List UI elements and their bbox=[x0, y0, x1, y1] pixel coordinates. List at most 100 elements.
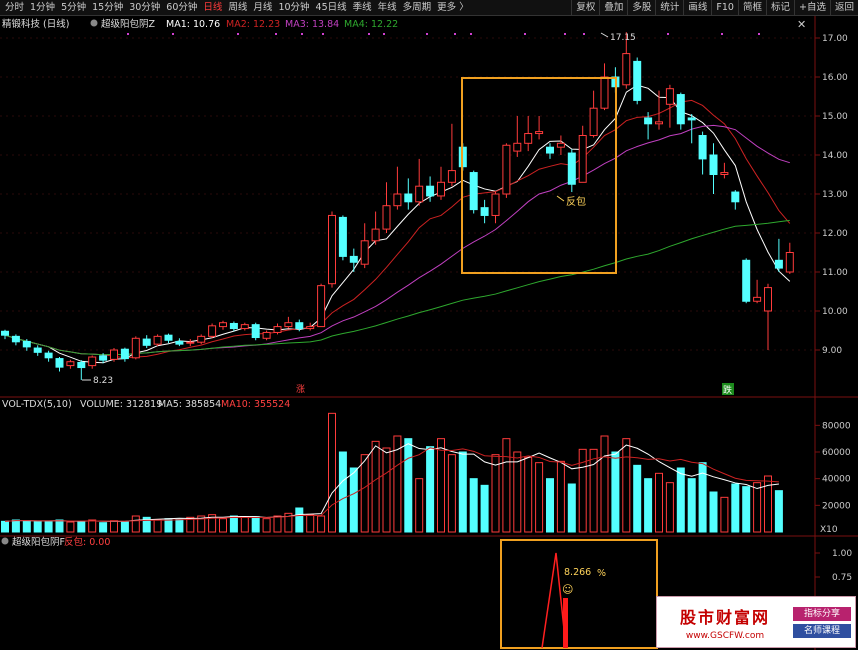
tool-button[interactable]: 统计 bbox=[655, 0, 683, 16]
timeframe-tab[interactable]: 季线 bbox=[350, 0, 375, 16]
volume-bar bbox=[513, 451, 522, 533]
signal-dot bbox=[454, 33, 456, 35]
tool-button[interactable]: F10 bbox=[711, 0, 738, 16]
candle-body bbox=[317, 285, 326, 328]
timeframe-tab[interactable]: 30分钟 bbox=[126, 0, 163, 16]
candle-body bbox=[1, 330, 9, 336]
candle-body bbox=[175, 340, 184, 345]
timeframe-tab[interactable]: 周线 bbox=[225, 0, 250, 16]
volume-bar bbox=[731, 483, 740, 533]
timeframe-tab[interactable]: 多周期 bbox=[400, 0, 435, 16]
tool-button[interactable]: 简框 bbox=[737, 0, 766, 16]
volume-bar bbox=[317, 515, 326, 533]
candle-body bbox=[153, 335, 162, 345]
price-tick: 12.00 bbox=[822, 229, 848, 239]
candle-body bbox=[99, 355, 108, 361]
volume-name: VOL-TDX(5,10) bbox=[2, 399, 72, 410]
volume-bar bbox=[687, 478, 696, 533]
tool-buttons: 复权 叠加 多股 统计 画线 F10 简框 标记 +自选 返回 bbox=[571, 0, 858, 16]
candle-body bbox=[164, 334, 173, 341]
timeframe-tab[interactable]: 15分钟 bbox=[89, 0, 126, 16]
timeframe-tab[interactable]: 更多 〉 bbox=[434, 0, 472, 16]
low-label: 8.23 bbox=[93, 376, 113, 386]
timeframe-tab[interactable]: 10分钟 bbox=[275, 0, 312, 16]
pct-unit: % bbox=[597, 568, 606, 579]
volume-bar bbox=[328, 412, 336, 533]
volume-bar bbox=[644, 478, 653, 533]
volume-bar bbox=[764, 475, 772, 533]
timeframe-tab[interactable]: 45日线 bbox=[313, 0, 350, 16]
volume-bar bbox=[426, 446, 435, 533]
candle-body bbox=[284, 322, 293, 328]
timeframe-tab[interactable]: 5分钟 bbox=[58, 0, 89, 16]
indicator-value: 反包: 0.00 bbox=[64, 536, 110, 548]
volume-bar bbox=[55, 519, 64, 533]
candle-body bbox=[338, 216, 347, 257]
candle-body bbox=[556, 142, 565, 148]
tool-button[interactable]: 画线 bbox=[683, 0, 711, 16]
ma2-value: MA2: 12.23 bbox=[226, 19, 280, 30]
timeframe-tab[interactable]: 年线 bbox=[375, 0, 400, 16]
candle-body bbox=[633, 60, 642, 101]
volume-bar bbox=[502, 438, 511, 533]
candle-body bbox=[644, 117, 653, 125]
candle-body bbox=[567, 152, 576, 185]
candle-body bbox=[22, 340, 31, 348]
volume-tick: 60000 bbox=[822, 448, 851, 458]
signal-dot bbox=[127, 33, 129, 35]
toolbar: 分时 1分钟 5分钟 15分钟 30分钟 60分钟 日线 周线 月线 10分钟 45日线 季线 年线 多周… bbox=[0, 0, 858, 16]
candle-body bbox=[665, 88, 674, 105]
close-icon[interactable]: ✕ bbox=[797, 18, 806, 31]
candle-body bbox=[578, 135, 587, 183]
die-label: 跌 bbox=[723, 385, 732, 396]
tool-button[interactable]: 标记 bbox=[766, 0, 794, 16]
candle-body bbox=[382, 205, 391, 230]
candle-body bbox=[546, 146, 554, 154]
timeframe-tab[interactable]: 月线 bbox=[250, 0, 275, 16]
volume-bar bbox=[447, 454, 456, 533]
signal-dot bbox=[301, 33, 303, 35]
price-tick: 10.00 bbox=[822, 307, 848, 317]
price-indicator-name: 超级阳包阴Z bbox=[101, 18, 156, 30]
candle-body bbox=[33, 347, 42, 353]
volume-bar bbox=[524, 456, 533, 533]
candle-body bbox=[88, 356, 97, 367]
candle-body bbox=[589, 107, 598, 136]
volume-bar bbox=[110, 520, 118, 533]
volume-value: VOLUME: 312819 bbox=[80, 399, 162, 410]
indicator-dot-icon[interactable] bbox=[1, 537, 9, 545]
tool-button[interactable]: 叠加 bbox=[599, 0, 627, 16]
candle-body bbox=[415, 185, 424, 203]
candle-body bbox=[306, 326, 315, 330]
tool-button[interactable]: 多股 bbox=[627, 0, 655, 16]
candle-body bbox=[676, 94, 685, 125]
tool-button[interactable]: 返回 bbox=[829, 0, 858, 16]
candle-body bbox=[44, 352, 53, 359]
volume-tick: 80000 bbox=[822, 421, 851, 431]
candle-body bbox=[753, 296, 762, 302]
candle-body bbox=[731, 191, 740, 203]
candle-body bbox=[524, 133, 533, 144]
zhang-label: 涨 bbox=[296, 384, 305, 395]
candle-body bbox=[687, 117, 696, 121]
settings-dot-icon[interactable] bbox=[90, 19, 98, 27]
timeframe-tabs: 分时 1分钟 5分钟 15分钟 30分钟 60分钟 日线 周线 月线 10分钟 45日线 季线 年线 多周… bbox=[0, 0, 472, 16]
timeframe-tab[interactable]: 分时 bbox=[2, 0, 27, 16]
timeframe-tab[interactable]: 日线 bbox=[200, 0, 225, 16]
ma1-value: MA1: 10.76 bbox=[166, 19, 220, 30]
timeframe-tab[interactable]: 1分钟 bbox=[27, 0, 58, 16]
kline-chart[interactable]: 精锻科技 (日线) 超级阳包阴Z MA1: 10.76 MA2: 12.23 M… bbox=[0, 16, 858, 650]
volume-bar bbox=[153, 519, 162, 533]
fanbao-label: 反包 bbox=[566, 195, 586, 208]
tool-button[interactable]: +自选 bbox=[794, 0, 830, 16]
volume-bar bbox=[404, 438, 413, 533]
volume-bar bbox=[720, 496, 729, 533]
candle-body bbox=[55, 358, 64, 368]
price-tick: 16.00 bbox=[822, 73, 848, 83]
candle-body bbox=[426, 185, 435, 197]
timeframe-tab[interactable]: 60分钟 bbox=[163, 0, 200, 16]
watermark-logo: 股市财富网 www.GSCFW.com 指标分享 名师课程 bbox=[656, 596, 856, 648]
volume-bar bbox=[360, 454, 369, 533]
ma3-value: MA3: 13.84 bbox=[285, 19, 339, 30]
tool-button[interactable]: 复权 bbox=[571, 0, 599, 16]
